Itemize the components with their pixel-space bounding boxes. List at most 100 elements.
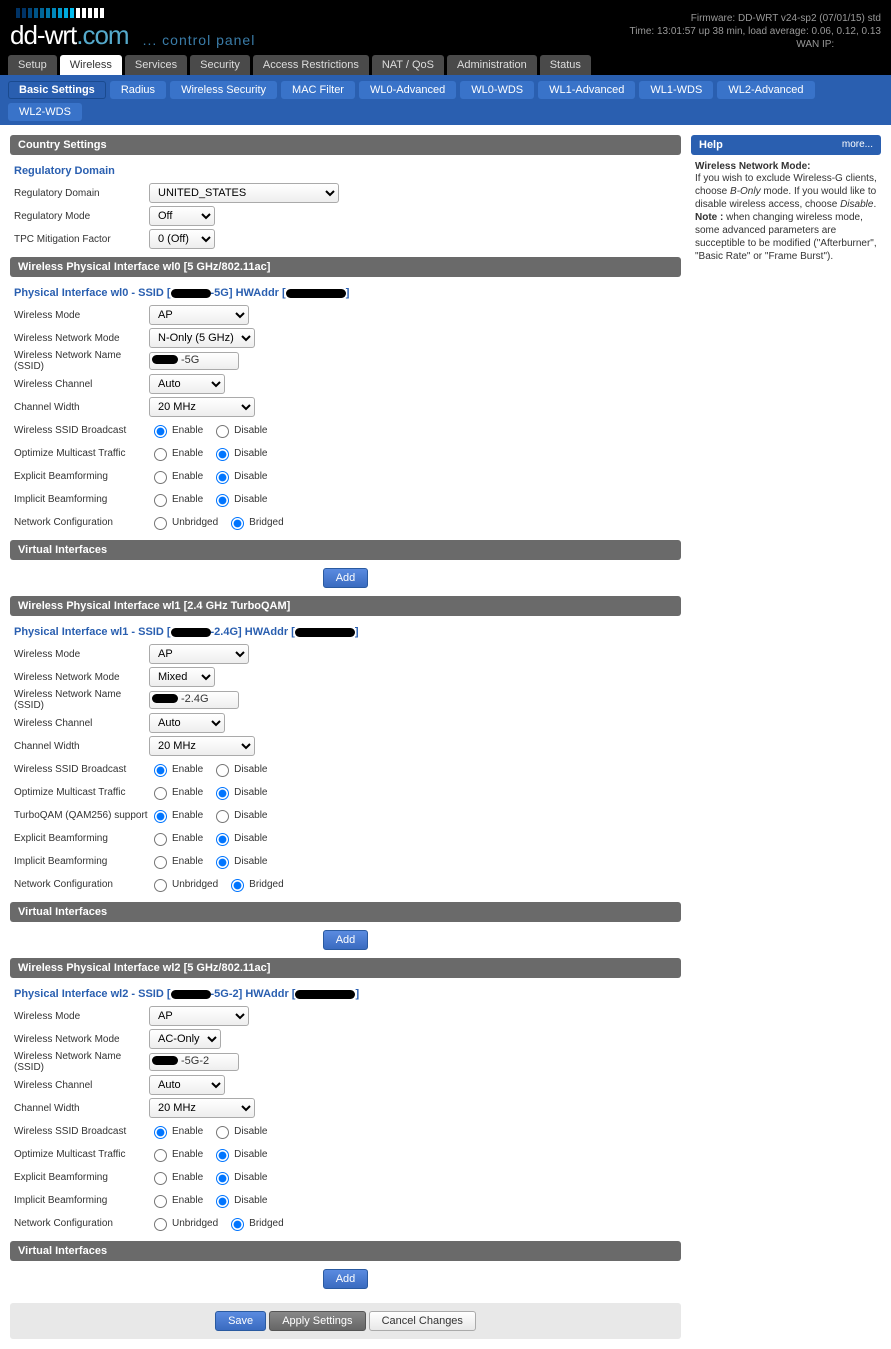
wl1-channel-select[interactable]: Auto — [149, 713, 225, 733]
wl0-netmode-label: Wireless Network Mode — [14, 333, 149, 344]
wl2-add-button[interactable]: Add — [323, 1269, 369, 1289]
wl0-r1-a[interactable] — [154, 448, 167, 461]
wl2-r1-b[interactable] — [216, 1149, 229, 1162]
wl1-bar: Wireless Physical Interface wl1 [2.4 GHz… — [10, 596, 681, 616]
wl1-ssid-label: Wireless Network Name (SSID) — [14, 689, 149, 711]
wl0-channel-select[interactable]: Auto — [149, 374, 225, 394]
regulatory-legend: Regulatory Domain — [14, 161, 677, 181]
subtab-wl1-wds[interactable]: WL1-WDS — [639, 81, 713, 99]
wl1-r4-a[interactable] — [154, 856, 167, 869]
apply-button[interactable]: Apply Settings — [269, 1311, 365, 1331]
subtab-wl2-advanced[interactable]: WL2-Advanced — [717, 81, 814, 99]
wl1-add-button[interactable]: Add — [323, 930, 369, 950]
wl0-r3-b[interactable] — [216, 494, 229, 507]
wl2-r0-label: Wireless SSID Broadcast — [14, 1126, 149, 1137]
wl2-legend: Physical Interface wl2 - SSID [-5G-2] HW… — [14, 984, 677, 1004]
help-box: Wireless Network Mode: If you wish to ex… — [691, 155, 881, 269]
wl1-netmode-label: Wireless Network Mode — [14, 672, 149, 683]
tab-wireless[interactable]: Wireless — [60, 55, 122, 75]
wl2-r4-a[interactable] — [154, 1218, 167, 1231]
wl1-r1-b[interactable] — [216, 787, 229, 800]
tab-setup[interactable]: Setup — [8, 55, 57, 75]
wl1-mode-select[interactable]: AP — [149, 644, 249, 664]
wl1-r5-a[interactable] — [154, 879, 167, 892]
tab-access-restrictions[interactable]: Access Restrictions — [253, 55, 369, 75]
subtab-wl2-wds[interactable]: WL2-WDS — [8, 103, 82, 121]
wl2-netmode-label: Wireless Network Mode — [14, 1034, 149, 1045]
wl2-r2-b[interactable] — [216, 1172, 229, 1185]
tab-status[interactable]: Status — [540, 55, 591, 75]
tab-services[interactable]: Services — [125, 55, 187, 75]
tab-nat-qos[interactable]: NAT / QoS — [372, 55, 444, 75]
wl0-r1-b[interactable] — [216, 448, 229, 461]
wl1-r1-label: Optimize Multicast Traffic — [14, 787, 149, 798]
wl2-r3-a[interactable] — [154, 1195, 167, 1208]
wl1-r4-b[interactable] — [216, 856, 229, 869]
subtab-wl1-advanced[interactable]: WL1-Advanced — [538, 81, 635, 99]
cancel-button[interactable]: Cancel Changes — [369, 1311, 476, 1331]
tab-security[interactable]: Security — [190, 55, 250, 75]
wl1-r5-b[interactable] — [231, 879, 244, 892]
help-body: If you wish to exclude Wireless-G client… — [695, 172, 877, 263]
wl2-width-select[interactable]: 20 MHz — [149, 1098, 255, 1118]
wl0-vi-bar: Virtual Interfaces — [10, 540, 681, 560]
subtab-radius[interactable]: Radius — [110, 81, 166, 99]
wl2-r1-label: Optimize Multicast Traffic — [14, 1149, 149, 1160]
wl2-r3-b[interactable] — [216, 1195, 229, 1208]
wl1-r3-a[interactable] — [154, 833, 167, 846]
wl0-r3-a[interactable] — [154, 494, 167, 507]
redacted — [837, 40, 881, 49]
wl0-width-select[interactable]: 20 MHz — [149, 397, 255, 417]
wl0-r0-a[interactable] — [154, 425, 167, 438]
firmware-line: Firmware: DD-WRT v24-sp2 (07/01/15) std — [630, 12, 881, 25]
wl0-r2-a[interactable] — [154, 471, 167, 484]
wl1-r1-a[interactable] — [154, 787, 167, 800]
wl1-netmode-select[interactable]: Mixed — [149, 667, 215, 687]
wl0-mode-label: Wireless Mode — [14, 310, 149, 321]
wl1-r2-a[interactable] — [154, 810, 167, 823]
wl0-r4-a[interactable] — [154, 517, 167, 530]
wl2-r3-label: Implicit Beamforming — [14, 1195, 149, 1206]
help-column: Help more... Wireless Network Mode: If y… — [691, 135, 881, 269]
tpc-select[interactable]: 0 (Off) — [149, 229, 215, 249]
regulatory-mode-select[interactable]: Off — [149, 206, 215, 226]
wl2-r1-a[interactable] — [154, 1149, 167, 1162]
wl2-netmode-select[interactable]: AC-Only — [149, 1029, 221, 1049]
wl0-r4-label: Network Configuration — [14, 517, 149, 528]
wl1-legend: Physical Interface wl1 - SSID [-2.4G] HW… — [14, 622, 677, 642]
wl2-r4-b[interactable] — [231, 1218, 244, 1231]
wl0-netmode-select[interactable]: N-Only (5 GHz) — [149, 328, 255, 348]
wl2-r0-b[interactable] — [216, 1126, 229, 1139]
wl1-mode-label: Wireless Mode — [14, 649, 149, 660]
regulatory-domain-select[interactable]: UNITED_STATES — [149, 183, 339, 203]
wl2-r2-a[interactable] — [154, 1172, 167, 1185]
wl1-r2-b[interactable] — [216, 810, 229, 823]
wl2-r0-a[interactable] — [154, 1126, 167, 1139]
wl2-mode-select[interactable]: AP — [149, 1006, 249, 1026]
subtab-wireless-security[interactable]: Wireless Security — [170, 81, 277, 99]
subtab-basic-settings[interactable]: Basic Settings — [8, 81, 106, 99]
wl2-channel-select[interactable]: Auto — [149, 1075, 225, 1095]
wl1-channel-label: Wireless Channel — [14, 718, 149, 729]
sub-tabs: Basic SettingsRadiusWireless SecurityMAC… — [0, 75, 891, 125]
help-more-link[interactable]: more... — [842, 139, 873, 150]
wl1-r0-a[interactable] — [154, 764, 167, 777]
wl0-r4-b[interactable] — [231, 517, 244, 530]
subtab-wl0-wds[interactable]: WL0-WDS — [460, 81, 534, 99]
wl0-mode-select[interactable]: AP — [149, 305, 249, 325]
logo: dd-wrt.com ... control panel — [10, 8, 255, 51]
wl1-r5-label: Network Configuration — [14, 879, 149, 890]
wl0-add-button[interactable]: Add — [323, 568, 369, 588]
save-button[interactable]: Save — [215, 1311, 266, 1331]
wl0-r1-label: Optimize Multicast Traffic — [14, 448, 149, 459]
wl2-r4-label: Network Configuration — [14, 1218, 149, 1229]
subtab-wl0-advanced[interactable]: WL0-Advanced — [359, 81, 456, 99]
wl0-r0-b[interactable] — [216, 425, 229, 438]
wl1-width-select[interactable]: 20 MHz — [149, 736, 255, 756]
wl1-vi-bar: Virtual Interfaces — [10, 902, 681, 922]
wl1-r0-b[interactable] — [216, 764, 229, 777]
subtab-mac-filter[interactable]: MAC Filter — [281, 81, 355, 99]
wl1-r3-b[interactable] — [216, 833, 229, 846]
wl0-r2-b[interactable] — [216, 471, 229, 484]
tab-administration[interactable]: Administration — [447, 55, 537, 75]
